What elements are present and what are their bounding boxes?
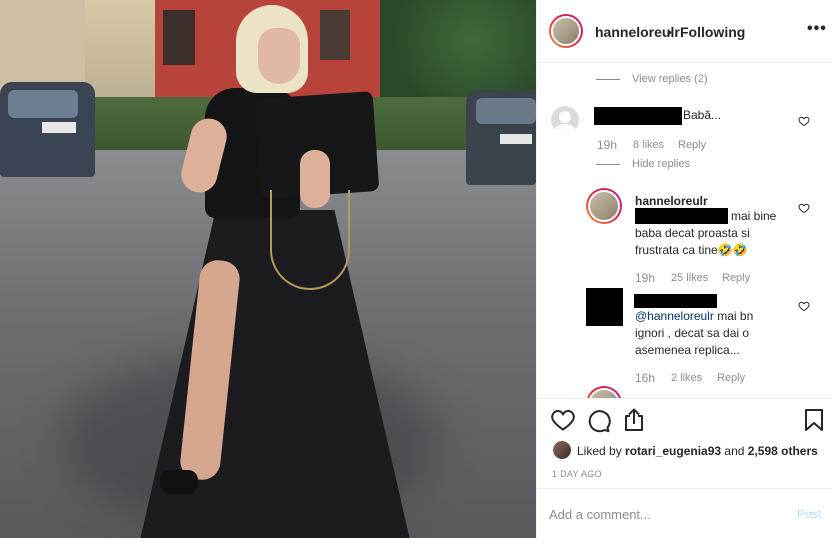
author-avatar[interactable] [549, 14, 583, 48]
post-side-panel: hanneloreulr • Following ••• View replie… [536, 0, 833, 538]
like-comment-heart-icon[interactable] [798, 300, 810, 312]
reply-button[interactable]: Reply [722, 272, 750, 284]
post-header: hanneloreulr • Following ••• [537, 0, 833, 63]
liked-by-user[interactable]: rotari_eugenia93 [625, 444, 721, 458]
share-icon[interactable] [623, 408, 645, 432]
liked-by-avatar[interactable] [553, 441, 571, 459]
post-actions: Liked by rotari_eugenia93 and 2,598 othe… [537, 398, 833, 488]
reply-time: 19h [635, 271, 656, 285]
liked-by-text[interactable]: Liked by rotari_eugenia93 and 2,598 othe… [577, 444, 818, 458]
reply-time: 16h [635, 371, 656, 385]
photo-window [320, 10, 350, 60]
reply-text: mai bine baba decat proasta si frustrata… [635, 209, 777, 257]
photo-car-window [476, 98, 536, 124]
reply-author-avatar[interactable] [586, 188, 622, 224]
photo-car-right [466, 90, 536, 185]
liked-by-and: and [721, 444, 748, 458]
like-comment-heart-icon[interactable] [798, 115, 810, 127]
reply-button[interactable]: Reply [717, 372, 745, 384]
header-separator: • [667, 24, 672, 40]
hide-replies-link[interactable]: Hide replies [632, 158, 690, 170]
reply-text: @hanneloreulr mai bn ignori , decat sa d… [635, 308, 785, 359]
comment-likes[interactable]: 8 likes [633, 139, 664, 151]
mention-link[interactable]: @hanneloreulr [635, 309, 714, 323]
next-reply-avatar[interactable] [586, 386, 622, 398]
like-comment-heart-icon[interactable] [798, 202, 810, 214]
photo-license-plate [500, 134, 532, 144]
photo-face [258, 28, 300, 84]
reply-button[interactable]: Reply [678, 139, 706, 151]
more-horizontal-icon[interactable]: ••• [807, 20, 827, 38]
redacted-username [634, 294, 717, 308]
photo-arm [300, 150, 330, 208]
comment-text: Babă... [683, 108, 722, 122]
liked-by-prefix: Liked by [577, 444, 626, 458]
photo-license-plate [42, 122, 76, 133]
redacted-avatar [586, 288, 623, 326]
photo-car-window [8, 90, 78, 118]
replies-line [596, 164, 620, 165]
photo-shoe [160, 470, 198, 494]
view-replies-link[interactable]: View replies (2) [632, 73, 708, 85]
photo-tree [380, 0, 536, 100]
photo-window [163, 10, 195, 65]
post-date: 1 DAY AGO [552, 469, 602, 479]
reply-likes[interactable]: 2 likes [671, 372, 702, 384]
post-photo[interactable] [0, 0, 536, 538]
commenter-avatar[interactable] [551, 106, 579, 134]
redacted-username [594, 107, 682, 125]
following-button[interactable]: Following [680, 24, 745, 40]
add-comment-input[interactable] [549, 503, 779, 525]
reply-likes[interactable]: 25 likes [671, 272, 708, 284]
comment-time: 19h [597, 138, 618, 152]
photo-car-left [0, 82, 95, 177]
like-heart-icon[interactable] [551, 409, 575, 431]
add-comment-bar: Post [537, 488, 833, 538]
comments-list[interactable]: View replies (2) Babă... 19h 8 likes Rep… [537, 64, 833, 398]
post-comment-button[interactable]: Post [797, 507, 821, 521]
replies-line [596, 79, 620, 80]
comment-bubble-icon[interactable] [587, 409, 611, 433]
reply-username[interactable]: hanneloreulr [635, 194, 708, 208]
likes-count[interactable]: 2,598 others [748, 444, 818, 458]
save-bookmark-icon[interactable] [804, 408, 824, 432]
